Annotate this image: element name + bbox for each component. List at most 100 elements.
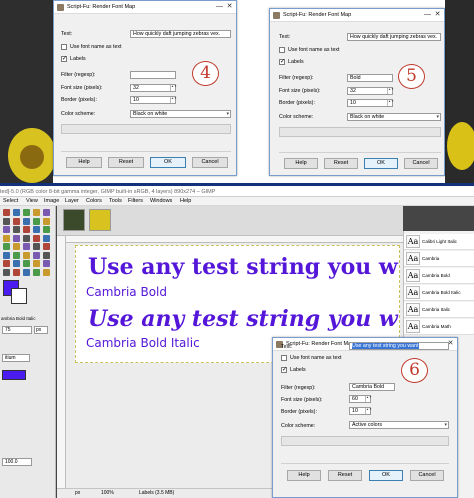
spinner-arrows-icon[interactable]: ▲▼ (365, 396, 372, 402)
background-color-swatch[interactable] (11, 288, 27, 304)
color-scheme-select[interactable]: Black on white ▾ (347, 113, 441, 121)
text-input[interactable]: How quickly daft jumping zebras vex. (130, 30, 231, 38)
tool-icon[interactable] (23, 209, 30, 216)
help-button[interactable]: Help (66, 157, 102, 168)
ok-button[interactable]: OK (150, 157, 186, 168)
font-size-spinner[interactable]: 60 ▲▼ (349, 395, 372, 403)
tool-icon[interactable] (13, 251, 20, 259)
labels-checkbox[interactable]: ✓ (279, 59, 285, 65)
help-button[interactable]: Help (287, 470, 321, 481)
cancel-button[interactable]: Cancel (404, 158, 438, 169)
text-input[interactable]: Use any test string you want (349, 342, 449, 350)
spinner-arrows-icon[interactable]: ▲▼ (387, 88, 394, 94)
text-color-swatch[interactable] (2, 370, 26, 380)
reset-button[interactable]: Reset (324, 158, 358, 169)
tool-icon[interactable] (33, 234, 40, 242)
tool-icon[interactable] (33, 217, 40, 225)
tool-icon[interactable] (23, 251, 30, 259)
border-spinner[interactable]: 10 ▲▼ (347, 99, 394, 107)
tool-icon[interactable] (3, 268, 10, 276)
unit-select[interactable]: px (34, 326, 48, 334)
minimize-icon[interactable]: — (423, 11, 432, 19)
border-spinner[interactable]: 10 ▲▼ (349, 407, 372, 415)
image-thumbnail[interactable] (63, 209, 85, 231)
font-list-item[interactable]: Aa Cambria Bold (404, 268, 474, 284)
tool-icon[interactable] (43, 209, 50, 216)
reset-button[interactable]: Reset (108, 157, 144, 168)
tool-icon[interactable] (23, 217, 30, 225)
tool-icon[interactable] (23, 234, 30, 242)
tool-icon[interactable] (33, 209, 40, 216)
tool-icon[interactable] (43, 268, 50, 276)
use-font-name-checkbox[interactable] (61, 44, 67, 50)
use-font-name-checkbox[interactable] (279, 47, 285, 53)
menu-view[interactable]: View (26, 198, 38, 204)
tool-icon[interactable] (23, 268, 30, 276)
tool-icon[interactable] (13, 226, 20, 233)
text-input[interactable]: How quickly daft jumping zebras vex. (347, 33, 441, 41)
color-scheme-select[interactable]: Black on white ▾ (130, 110, 231, 118)
tool-icon[interactable] (13, 243, 20, 250)
tool-icon[interactable] (43, 260, 50, 267)
ok-button[interactable]: OK (364, 158, 398, 169)
tool-icon[interactable] (13, 260, 20, 267)
tool-icon[interactable] (33, 251, 40, 259)
tool-icon[interactable] (43, 234, 50, 242)
tool-icon[interactable] (3, 209, 10, 216)
close-icon[interactable]: ✕ (225, 3, 234, 11)
menu-layer[interactable]: Layer (65, 198, 79, 204)
menu-select[interactable]: Select (3, 198, 18, 204)
tool-icon[interactable] (43, 217, 50, 225)
image-thumbnail[interactable] (89, 209, 111, 231)
tool-icon[interactable] (33, 260, 40, 267)
font-list-item[interactable]: Aa Calibri Light Italic (404, 234, 474, 250)
spinner-arrows-icon[interactable]: ▲▼ (387, 100, 394, 106)
menu-help[interactable]: Help (180, 198, 191, 204)
font-list-item[interactable]: Aa Cambria Italic (404, 302, 474, 318)
tool-icon[interactable] (3, 260, 10, 267)
tool-icon[interactable] (3, 217, 10, 225)
tool-icon[interactable] (3, 251, 10, 259)
labels-checkbox[interactable]: ✓ (61, 56, 67, 62)
tool-icon[interactable] (23, 243, 30, 250)
menu-colors[interactable]: Colors (86, 198, 102, 204)
tool-icon[interactable] (13, 234, 20, 242)
menu-image[interactable]: Image (44, 198, 59, 204)
tool-icon[interactable] (13, 209, 20, 216)
hinting-select[interactable]: itium (2, 354, 30, 362)
unit-indicator[interactable]: px (75, 490, 80, 496)
font-size-field[interactable]: 75 (2, 326, 32, 334)
filter-input[interactable]: Bold (347, 74, 393, 82)
tool-icon[interactable] (33, 268, 40, 276)
font-list-item[interactable]: Aa Cambria Bold Italic (404, 285, 474, 301)
help-button[interactable]: Help (284, 158, 318, 169)
tool-icon[interactable] (33, 243, 40, 250)
cancel-button[interactable]: Cancel (192, 157, 228, 168)
tool-icon[interactable] (3, 234, 10, 242)
font-list-item[interactable]: Aa Cambria (404, 251, 474, 267)
spinner-arrows-icon[interactable]: ▲▼ (365, 408, 372, 414)
tool-icon[interactable] (43, 251, 50, 259)
spinner-arrows-icon[interactable]: ▲▼ (170, 97, 177, 103)
spinner-arrows-icon[interactable]: ▲▼ (170, 85, 177, 91)
filter-input[interactable] (130, 71, 176, 79)
cancel-button[interactable]: Cancel (410, 470, 444, 481)
tool-icon[interactable] (43, 226, 50, 233)
menu-filters[interactable]: Filters (128, 198, 143, 204)
zoom-indicator[interactable]: 100% (101, 490, 114, 496)
menu-tools[interactable]: Tools (109, 198, 122, 204)
font-size-spinner[interactable]: 32 ▲▼ (347, 87, 394, 95)
menu-windows[interactable]: Windows (150, 198, 172, 204)
ok-button[interactable]: OK (369, 470, 403, 481)
border-spinner[interactable]: 10 ▲▼ (130, 96, 177, 104)
use-font-name-checkbox[interactable] (281, 355, 287, 361)
close-icon[interactable]: ✕ (433, 11, 442, 19)
tool-icon[interactable] (23, 226, 30, 233)
tool-icon[interactable] (13, 268, 20, 276)
tool-icon[interactable] (43, 243, 50, 250)
color-scheme-select[interactable]: Active colors ▾ (349, 421, 449, 429)
font-size-spinner[interactable]: 32 ▲▼ (130, 84, 177, 92)
tool-icon[interactable] (33, 226, 40, 233)
font-list-item[interactable]: Aa Cambria Math (404, 319, 474, 335)
labels-checkbox[interactable]: ✓ (281, 367, 287, 373)
